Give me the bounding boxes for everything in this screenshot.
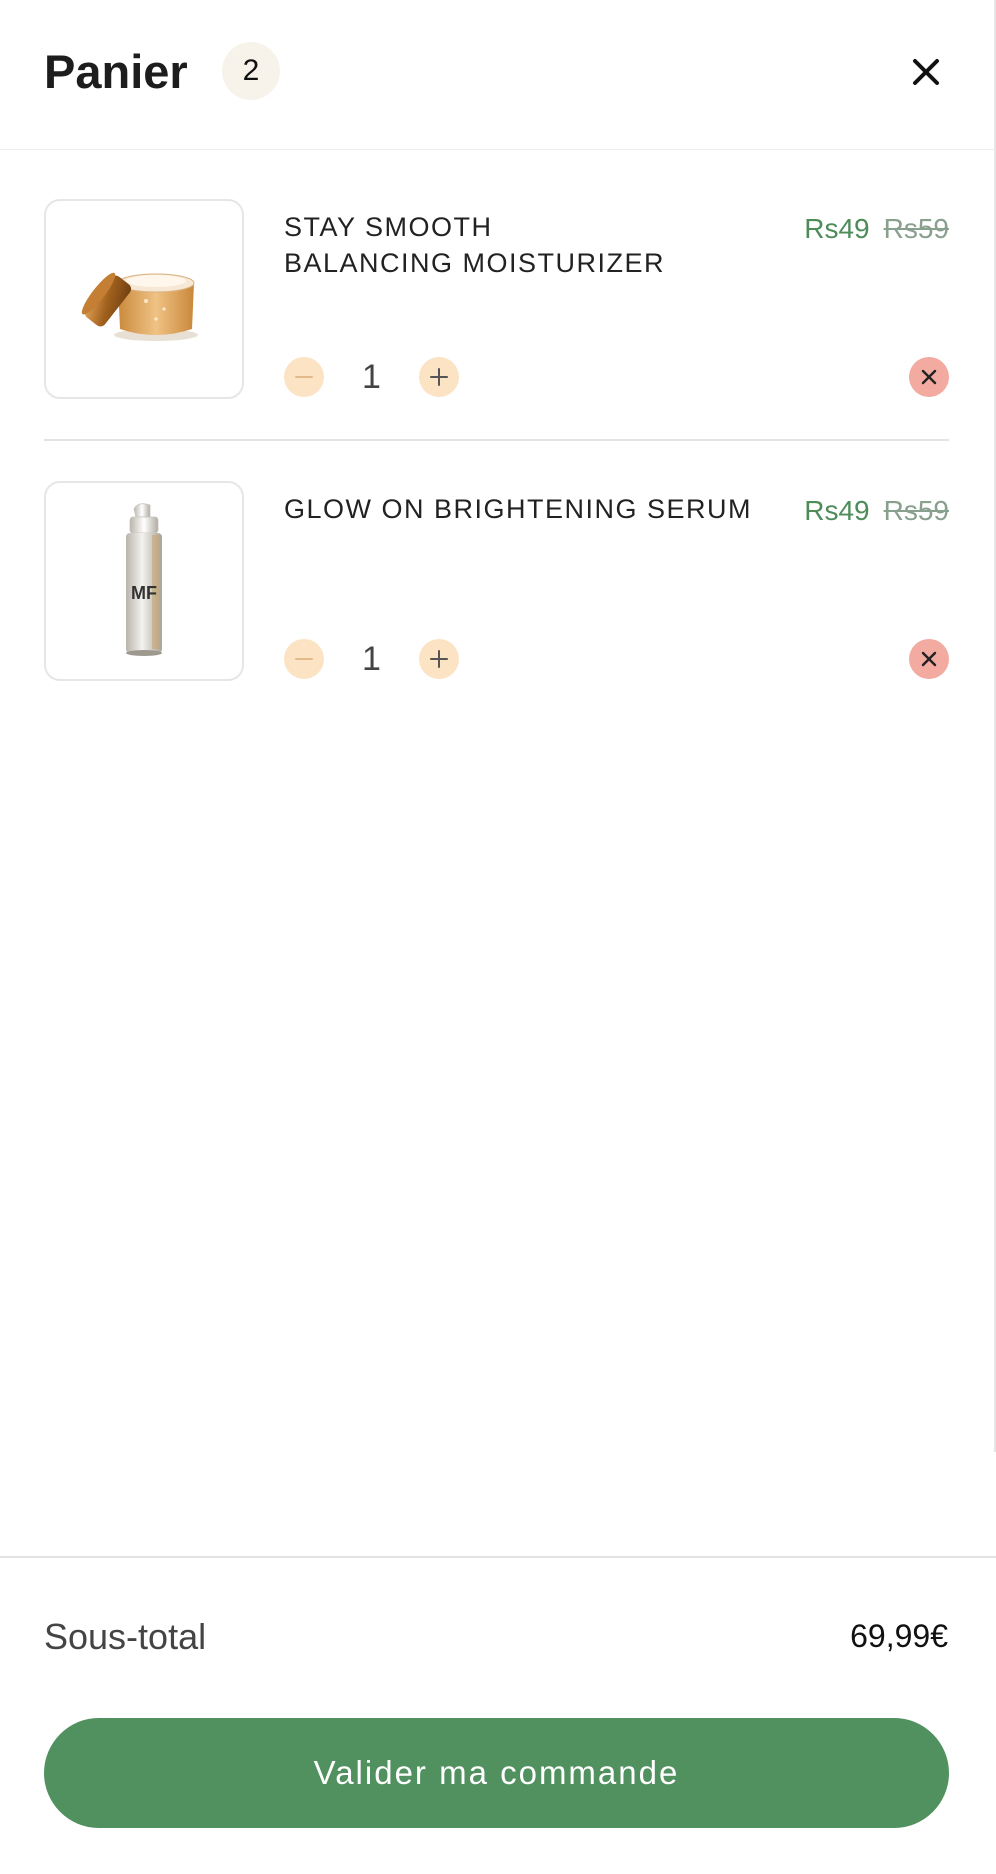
compare-price: Rs59 [883, 213, 949, 244]
bottle-label: MF [131, 583, 157, 603]
decrease-quantity-button[interactable] [284, 639, 324, 679]
checkout-button[interactable]: Valider ma commande [44, 1718, 949, 1828]
remove-item-button[interactable] [909, 357, 949, 397]
cart-count-badge: 2 [222, 42, 280, 100]
product-name-line1: GLOW ON BRIGHTENING SERUM [284, 494, 753, 524]
quantity-value: 1 [362, 640, 381, 678]
product-price: Rs49 Rs59 [804, 495, 949, 527]
sale-price: Rs49 [804, 213, 870, 244]
product-image[interactable]: MF [44, 481, 244, 681]
item-divider [44, 439, 949, 441]
quantity-value: 1 [362, 358, 381, 396]
product-name[interactable]: STAY SMOOTH BALANCING MOISTURIZER [284, 209, 784, 281]
cart-header: Panier 2 [0, 0, 996, 150]
cart-title: Panier [44, 45, 188, 98]
serum-bottle-image: MF [126, 503, 162, 656]
product-name-line2: BALANCING MOISTURIZER [284, 248, 666, 278]
plus-icon [430, 650, 448, 668]
cart-drawer: Panier 2 STAY SMOOTH BALANCING MOISTURIZ… [0, 0, 996, 1874]
product-image[interactable] [44, 199, 244, 399]
minus-icon [295, 376, 313, 378]
close-icon [921, 651, 937, 667]
decrease-quantity-button[interactable] [284, 357, 324, 397]
increase-quantity-button[interactable] [419, 639, 459, 679]
moisturizer-jar-image [81, 272, 198, 341]
remove-item-button[interactable] [909, 639, 949, 679]
cart-footer: Sous-total 69,99€ Valider ma commande [0, 1556, 996, 1874]
close-icon [913, 59, 939, 85]
cart-item: STAY SMOOTH BALANCING MOISTURIZER Rs49 Rs… [44, 199, 949, 399]
close-icon [921, 369, 937, 385]
subtotal-value: 69,99€ [850, 1618, 948, 1654]
plus-icon [430, 368, 448, 386]
increase-quantity-button[interactable] [419, 357, 459, 397]
product-price: Rs49 Rs59 [804, 213, 949, 245]
sale-price: Rs49 [804, 495, 870, 526]
product-name-line1: STAY SMOOTH [284, 212, 493, 242]
compare-price: Rs59 [883, 495, 949, 526]
close-button[interactable] [900, 50, 952, 94]
quantity-stepper: 1 [284, 357, 484, 397]
subtotal-label: Sous-total [44, 1616, 207, 1657]
quantity-stepper: 1 [284, 639, 484, 679]
product-name[interactable]: GLOW ON BRIGHTENING SERUM [284, 491, 784, 527]
cart-item: MF GLOW ON BRIGHTENING SERUM Rs49 Rs59 1 [44, 481, 949, 681]
minus-icon [295, 658, 313, 660]
